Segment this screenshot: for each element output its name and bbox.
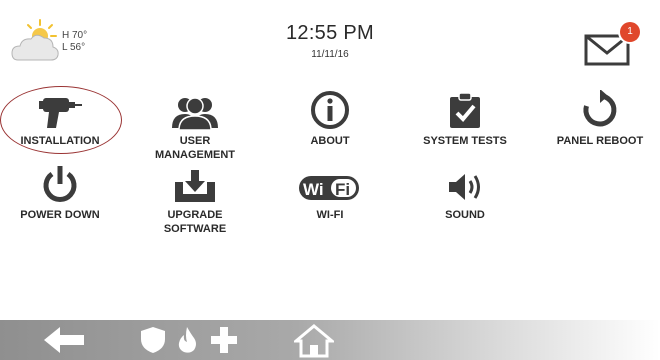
- message-count-badge: 1: [620, 22, 640, 42]
- svg-text:Fi: Fi: [335, 180, 350, 199]
- home-icon[interactable]: [294, 324, 334, 358]
- menu-item-power-down[interactable]: POWER DOWN: [0, 160, 125, 222]
- menu-item-label: WI-FI: [316, 209, 344, 221]
- reboot-icon: [583, 90, 617, 127]
- menu-item-label: POWER DOWN: [20, 209, 100, 221]
- shield-icon[interactable]: [140, 326, 166, 354]
- low-temp: L 56°: [62, 42, 86, 53]
- wifi-logo-icon: Wi Fi: [299, 176, 359, 200]
- bottom-nav-bar: [0, 320, 660, 360]
- fire-icon[interactable]: [176, 326, 198, 354]
- weather-widget[interactable]: H 70° L 56°: [10, 16, 120, 72]
- menu-item-installation[interactable]: INSTALLATION: [0, 86, 125, 148]
- current-time: 12:55 PM: [285, 22, 374, 44]
- back-arrow-icon[interactable]: [42, 326, 86, 354]
- high-temp: H 70°: [62, 30, 88, 41]
- users-icon: [172, 97, 218, 130]
- current-date: 11/11/16: [311, 49, 349, 60]
- menu-item-label: USER MANAGEMENT: [154, 135, 236, 161]
- speaker-icon: [449, 174, 480, 200]
- clock: 12:55 PM 11/11/16: [230, 22, 430, 60]
- menu-item-about[interactable]: ABOUT: [265, 86, 395, 148]
- menu-item-label: SOUND: [445, 209, 485, 221]
- download-tray-icon: [175, 170, 215, 202]
- svg-text:Wi: Wi: [303, 180, 324, 199]
- menu-item-wi-fi[interactable]: Wi Fi WI-FI: [265, 160, 395, 222]
- menu-item-sound[interactable]: SOUND: [400, 160, 530, 222]
- power-icon: [43, 166, 77, 202]
- medical-plus-icon[interactable]: [210, 326, 238, 354]
- partly-cloudy-icon: [11, 19, 59, 61]
- menu-item-upgrade-software[interactable]: UPGRADE SOFTWARE: [130, 160, 260, 236]
- messages-button[interactable]: 1: [582, 20, 642, 70]
- menu-item-panel-reboot[interactable]: PANEL REBOOT: [535, 86, 660, 148]
- drill-icon: [39, 98, 82, 128]
- menu-item-label: SYSTEM TESTS: [423, 135, 507, 147]
- menu-item-system-tests[interactable]: SYSTEM TESTS: [400, 86, 530, 148]
- menu-item-label: PANEL REBOOT: [556, 135, 644, 147]
- clipboard-check-icon: [450, 92, 480, 128]
- menu-item-label: ABOUT: [310, 135, 350, 147]
- info-icon: [311, 91, 349, 129]
- menu-item-label: INSTALLATION: [20, 135, 100, 147]
- menu-item-label: UPGRADE SOFTWARE: [163, 209, 227, 235]
- menu-item-user-management[interactable]: USER MANAGEMENT: [130, 86, 260, 162]
- temperature-readout: H 70° L 56°: [62, 30, 87, 54]
